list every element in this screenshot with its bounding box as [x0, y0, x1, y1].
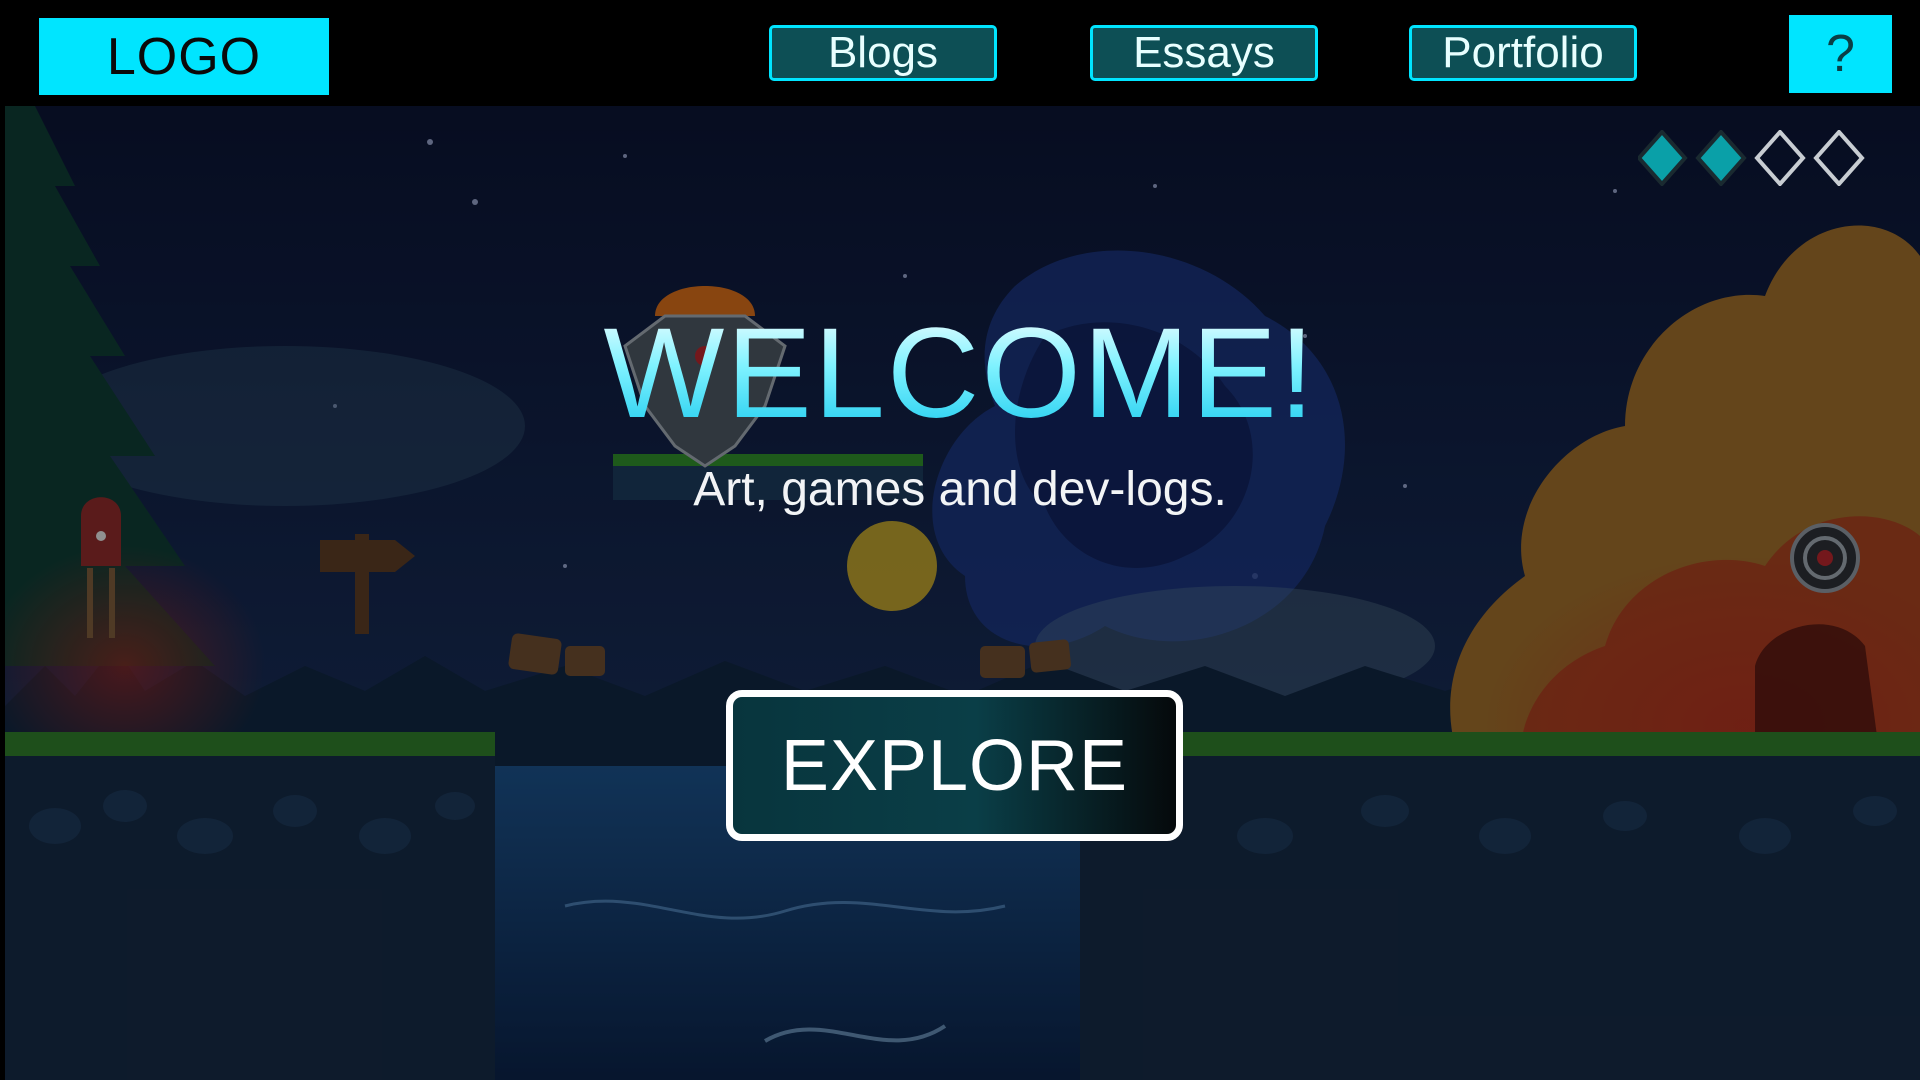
help-button[interactable]: ?: [1789, 15, 1892, 93]
scene-dim-overlay: [5, 106, 1920, 1080]
hero-subtitle: Art, games and dev-logs.: [693, 463, 1227, 516]
diamond-icon-filled: [1638, 130, 1688, 186]
nav-button-blogs[interactable]: Blogs: [769, 25, 997, 81]
top-nav-bar: LOGO Blogs Essays Portfolio ?: [0, 0, 1920, 106]
diamond-icon-filled: [1695, 130, 1747, 186]
hero-title: WELCOME!: [0, 300, 1920, 447]
progress-diamonds: [1638, 130, 1865, 186]
logo[interactable]: LOGO: [39, 18, 329, 95]
game-scene-background: [5, 106, 1920, 1080]
nav-button-portfolio[interactable]: Portfolio: [1409, 25, 1637, 81]
explore-button[interactable]: EXPLORE: [726, 690, 1183, 841]
diamond-icon-empty: [1754, 130, 1806, 186]
nav-button-essays[interactable]: Essays: [1090, 25, 1318, 81]
diamond-icon-empty: [1813, 130, 1865, 186]
